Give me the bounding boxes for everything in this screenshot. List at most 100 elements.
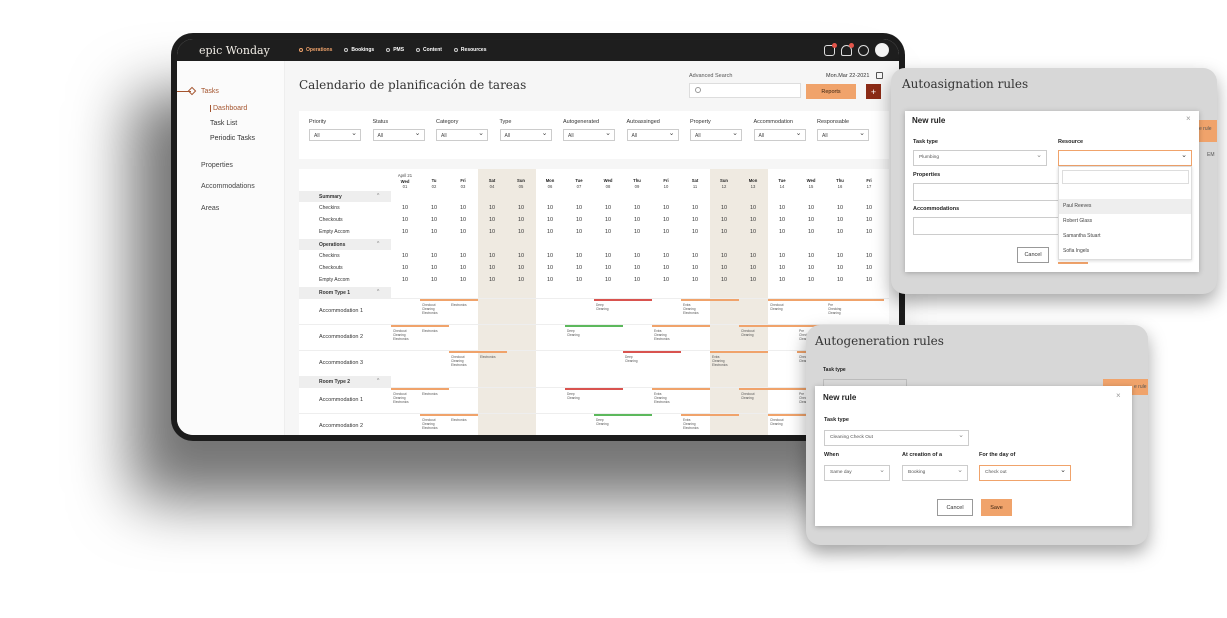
task-bar[interactable]: [826, 299, 884, 301]
task-bar[interactable]: [449, 414, 478, 416]
settings-icon[interactable]: [858, 44, 869, 56]
filter-select[interactable]: All: [626, 129, 679, 141]
filter-select[interactable]: All: [817, 129, 869, 141]
task-bar[interactable]: [652, 325, 710, 327]
task-bar[interactable]: [681, 414, 739, 416]
task-bar[interactable]: [623, 351, 681, 353]
task-bar[interactable]: [710, 351, 768, 353]
accommodations-input[interactable]: [913, 217, 1063, 235]
task-card[interactable]: Checkout Cleaning Electronics: [422, 303, 438, 315]
task-card[interactable]: Checkout Cleaning: [741, 329, 754, 337]
resource-option[interactable]: Sofia Ingels: [1059, 244, 1191, 259]
task-card[interactable]: Deep Cleaning: [567, 392, 580, 400]
task-card[interactable]: Extra Cleaning Electronics: [654, 392, 670, 404]
task-card[interactable]: Electronics: [451, 303, 467, 307]
task-card[interactable]: Checkout Cleaning Electronics: [393, 392, 409, 404]
metric-value: 10: [778, 217, 786, 223]
nav-item-pms[interactable]: PMS: [386, 47, 404, 53]
sidebar-item-accommodations[interactable]: Accommodations: [201, 183, 255, 190]
chevron-up-icon[interactable]: ^: [377, 378, 379, 384]
cube-icon[interactable]: [824, 42, 837, 56]
day-header-num: 03: [460, 183, 466, 189]
task-card[interactable]: Electronics: [422, 392, 438, 396]
task-bar[interactable]: [420, 325, 449, 327]
task-card[interactable]: Electronics: [480, 355, 496, 359]
sidebar-sub-periodic-tasks[interactable]: Periodic Tasks: [210, 135, 255, 142]
task-card[interactable]: Checkout Cleaning Electronics: [393, 329, 409, 341]
user-avatar[interactable]: [875, 43, 889, 57]
advanced-search-input[interactable]: [689, 83, 801, 98]
resource-search-input[interactable]: [1062, 170, 1189, 184]
bell-icon[interactable]: [841, 42, 854, 56]
chevron-up-icon[interactable]: ^: [377, 241, 379, 247]
task-bar[interactable]: [478, 351, 507, 353]
sidebar-item-properties[interactable]: Properties: [201, 162, 233, 169]
task-card[interactable]: Extra Cleaning Electronics: [712, 355, 728, 367]
close-icon[interactable]: ×: [1186, 114, 1191, 123]
filter-select[interactable]: All: [309, 129, 361, 141]
for-day-select[interactable]: Check out: [979, 465, 1071, 481]
sidebar-item-areas[interactable]: Areas: [201, 205, 219, 212]
task-card[interactable]: Checkout Cleaning Electronics: [451, 355, 467, 367]
when-select[interactable]: Same day: [824, 465, 890, 481]
task-card[interactable]: Deep Cleaning: [625, 355, 638, 363]
task-card[interactable]: Electronics: [422, 329, 438, 333]
task-type-select[interactable]: Plumbing: [913, 150, 1047, 166]
task-bar[interactable]: [768, 299, 826, 301]
resource-option[interactable]: Paul Reeves: [1059, 199, 1191, 214]
save-button[interactable]: Save: [981, 499, 1012, 516]
task-card[interactable]: Deep Cleaning: [596, 418, 609, 426]
task-card[interactable]: Electronics: [451, 418, 467, 422]
close-icon[interactable]: ×: [1116, 391, 1121, 400]
filter-select[interactable]: All: [563, 129, 615, 141]
task-bar[interactable]: [652, 388, 710, 390]
task-bar[interactable]: [594, 299, 652, 301]
nav-item-operations[interactable]: Operations: [299, 47, 332, 53]
task-bar[interactable]: [681, 299, 739, 301]
add-task-button[interactable]: +: [866, 84, 881, 99]
resource-option[interactable]: Robert Glass: [1059, 214, 1191, 229]
task-bar[interactable]: [449, 299, 478, 301]
chevron-up-icon[interactable]: ^: [377, 193, 379, 199]
task-card[interactable]: Checkout Cleaning: [770, 418, 783, 426]
filter-select[interactable]: All: [372, 129, 425, 141]
task-card[interactable]: Extra Cleaning Electronics: [683, 418, 699, 430]
metric-value: 10: [807, 205, 815, 211]
cancel-button[interactable]: Cancel: [1017, 247, 1049, 263]
nav-item-content[interactable]: Content: [416, 47, 442, 53]
task-bar[interactable]: [420, 388, 449, 390]
filter-select[interactable]: All: [436, 129, 488, 141]
resource-select[interactable]: [1058, 150, 1192, 166]
reports-button[interactable]: Reports: [806, 84, 856, 99]
task-card[interactable]: Pre Checking Cleaning: [828, 303, 841, 315]
filter-select[interactable]: All: [753, 129, 806, 141]
filter-select[interactable]: All: [499, 129, 552, 141]
cancel-button[interactable]: Cancel: [937, 499, 973, 516]
task-card[interactable]: Checkout Cleaning Electronics: [422, 418, 438, 430]
nav-item-resources[interactable]: Resources: [453, 47, 487, 53]
nav-item-bookings[interactable]: Bookings: [344, 47, 374, 53]
task-bar[interactable]: [739, 388, 797, 390]
sidebar-sub-task-list[interactable]: Task List: [210, 120, 237, 127]
task-card[interactable]: Checkout Cleaning: [741, 392, 754, 400]
app-logo[interactable]: epic Wonday: [199, 44, 299, 57]
task-bar[interactable]: [565, 325, 623, 327]
task-card[interactable]: Deep Cleaning: [596, 303, 609, 311]
task-bar[interactable]: [739, 325, 797, 327]
task-card[interactable]: Extra Cleaning Electronics: [654, 329, 670, 341]
resource-option[interactable]: Samantha Stuart: [1059, 229, 1191, 244]
sidebar-item-tasks[interactable]: Tasks: [201, 88, 219, 95]
at-creation-select[interactable]: Booking: [902, 465, 968, 481]
chevron-up-icon[interactable]: ^: [377, 289, 379, 295]
task-card[interactable]: Checkout Cleaning: [770, 303, 783, 311]
calendar-icon[interactable]: [876, 72, 883, 79]
task-bar[interactable]: [565, 388, 623, 390]
task-card[interactable]: Extra Cleaning Electronics: [683, 303, 699, 315]
task-bar[interactable]: [594, 414, 652, 416]
sidebar-sub-dashboard[interactable]: Dashboard: [210, 105, 247, 112]
properties-input[interactable]: [913, 183, 1063, 201]
task-type-select[interactable]: Cleaning Check Out: [824, 430, 969, 446]
current-date: Mon.Mar 22-2021: [826, 73, 870, 79]
task-card[interactable]: Deep Cleaning: [567, 329, 580, 337]
filter-select[interactable]: All: [690, 129, 742, 141]
